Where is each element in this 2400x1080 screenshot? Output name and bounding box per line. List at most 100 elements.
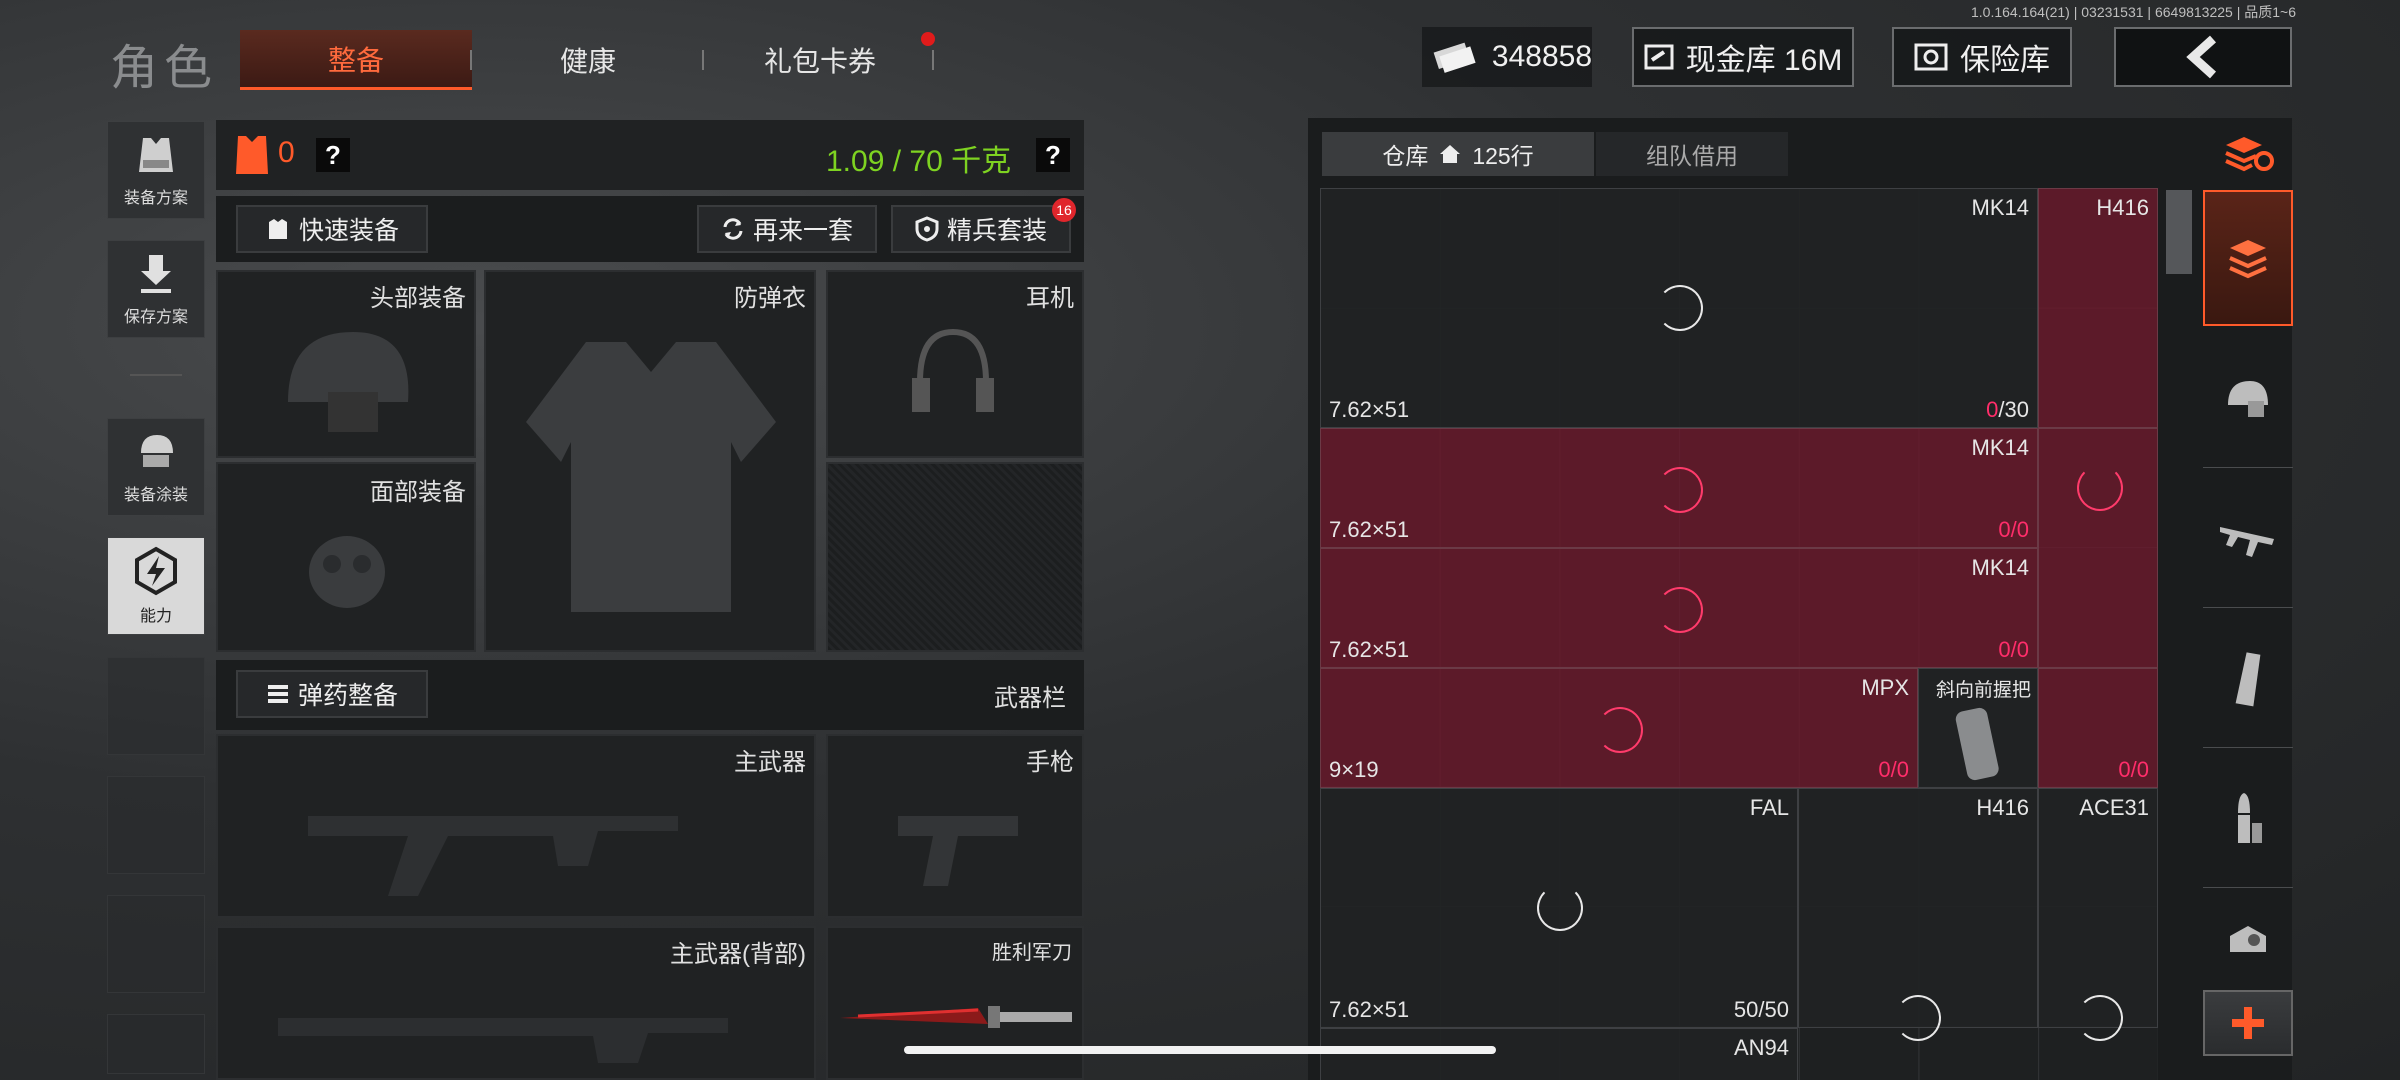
helmet-icon (2228, 380, 2268, 417)
back-button[interactable] (2114, 27, 2292, 87)
sidebar-label: 能力 (139, 608, 172, 625)
item-caliber: 7.62×51 (1329, 997, 1410, 1022)
category-tab-ammo[interactable] (2203, 750, 2293, 888)
storage-item[interactable]: MK14 7.62×51 0/0 (1320, 548, 2038, 668)
safe-label: 保险库 (1960, 44, 2050, 77)
sidebar-empty-slot (107, 1014, 205, 1074)
category-tab-rifle[interactable] (2203, 470, 2293, 608)
storage-item[interactable]: MK14 7.62×51 0/0 (1320, 428, 2038, 548)
category-tab-helmet[interactable] (2203, 330, 2293, 468)
item-caliber: 7.62×51 (1329, 637, 1410, 662)
elite-kit-label: 精兵套装 (946, 217, 1047, 245)
storage-item-red[interactable] (2038, 428, 2158, 668)
knife-slot[interactable]: 胜利军刀 (826, 926, 1084, 1080)
tab-divider (702, 50, 704, 70)
storage-item[interactable]: 0/0 (2038, 668, 2158, 788)
vest-slot-label: 防弹衣 (734, 285, 806, 312)
head-slot[interactable]: 头部装备 (216, 270, 476, 458)
pistol-icon (898, 816, 1018, 886)
safe-button[interactable]: 保险库 (1892, 27, 2072, 87)
tab-team-borrow[interactable]: 组队借用 (1596, 132, 1788, 176)
item-name: H416 (1976, 795, 2029, 820)
storage-item[interactable]: H416 (2038, 188, 2158, 428)
tab-warehouse-label: 仓库 (1382, 143, 1429, 169)
quick-equip-button[interactable]: 快速装备 (236, 205, 428, 253)
shirt-icon (268, 219, 287, 239)
download-icon (141, 255, 171, 293)
sidebar-label: 装备涂装 (123, 487, 188, 504)
storage-item[interactable]: H416 (1798, 788, 2038, 1041)
magazine-icon (2235, 651, 2261, 706)
tab-divider (932, 50, 934, 70)
tab-gift-coupons[interactable]: 礼包卡券 (710, 30, 930, 90)
storage-item[interactable]: MK14 7.62×51 0/30 (1320, 188, 2038, 428)
face-slot-label: 面部装备 (370, 479, 466, 506)
cash-vault-label: 现金库 16M (1685, 44, 1843, 77)
rifle-icon (308, 816, 678, 896)
primary-back-label: 主武器(背部) (670, 941, 806, 968)
primary-back-slot[interactable]: 主武器(背部) (216, 926, 816, 1080)
plus-icon (2232, 1007, 2264, 1039)
category-tab-all[interactable] (2203, 190, 2293, 326)
storage-item[interactable]: MPX 9×19 0/0 (1320, 668, 1918, 788)
storage-item[interactable]: 斜向前握把 (1918, 668, 2038, 788)
equip-again-label: 再来一套 (752, 217, 853, 245)
cash-vault-button[interactable]: 现金库 16M (1632, 27, 1854, 87)
tab-warehouse[interactable]: 仓库 125行 (1322, 132, 1594, 176)
helmet-icon (288, 332, 409, 432)
cash-icon (1433, 42, 1476, 73)
stack-refresh-icon (2225, 137, 2274, 172)
head-slot-label: 头部装备 (370, 285, 466, 312)
rifle-back-icon (278, 1018, 728, 1063)
vest-slot[interactable]: 防弹衣 (484, 270, 816, 652)
tab-equip[interactable]: 整备 (240, 30, 472, 90)
category-tab-magazine[interactable] (2203, 610, 2293, 748)
warehouse-rows: 125行 (1472, 143, 1534, 169)
ability-button[interactable]: 能力 (107, 537, 205, 635)
cash-vault-icon (1644, 44, 1674, 70)
earphone-slot[interactable]: 耳机 (826, 270, 1084, 458)
loading-spinner (2077, 465, 2123, 511)
item-name: FAL (1749, 795, 1789, 820)
ammo-prep-button[interactable]: 弹药整备 (236, 670, 428, 718)
pistol-label: 手枪 (1026, 749, 1074, 776)
earphone-slot-label: 耳机 (1026, 285, 1074, 312)
mask-icon (309, 536, 385, 608)
item-caliber: 7.62×51 (1329, 517, 1410, 542)
item-caliber: 9×19 (1329, 757, 1379, 782)
item-name: MPX (1861, 675, 1909, 700)
save-plan-button[interactable]: 保存方案 (107, 240, 205, 338)
primary-weapon-slot[interactable]: 主武器 (216, 734, 816, 918)
equip-again-button[interactable]: 再来一套 (697, 205, 877, 253)
tab-health[interactable]: 健康 (480, 30, 696, 90)
weapon-bar-label: 武器栏 (994, 685, 1066, 712)
weight-help-icon[interactable]: ? (1036, 138, 1070, 172)
item-ammo-count: 0/0 (2118, 757, 2149, 782)
storage-scrollbar[interactable] (2164, 188, 2194, 1080)
headset-icon (912, 328, 994, 412)
primary-weapon-label: 主武器 (734, 749, 806, 776)
storage-item[interactable]: FAL 7.62×51 50/50 (1320, 788, 1798, 1028)
category-refresh-tab[interactable] (2203, 118, 2293, 188)
loading-spinner (1597, 707, 1643, 753)
storage-item[interactable]: AN94 (1320, 1028, 1798, 1080)
helmet-paint-icon (141, 435, 173, 467)
item-name: 斜向前握把 (1935, 680, 2031, 701)
equipment-skin-button[interactable]: 装备涂装 (107, 418, 205, 516)
chevron-left-icon (2186, 35, 2217, 79)
elite-kit-button[interactable]: 精兵套装 (891, 205, 1071, 253)
item-name: MK14 (1971, 555, 2029, 580)
scrollbar-thumb[interactable] (2166, 190, 2192, 274)
knife-label: 胜利军刀 (992, 942, 1072, 964)
face-slot[interactable]: 面部装备 (216, 462, 476, 652)
add-button[interactable] (2203, 990, 2293, 1056)
armor-count: 0 (278, 136, 295, 169)
pistol-slot[interactable]: 手枪 (826, 734, 1084, 918)
storage-grid: MK14 7.62×51 0/30 H416 MK14 7.62×51 0/0 … (1320, 188, 2158, 1080)
category-tab-scope[interactable] (2203, 890, 2293, 988)
loadout-plan-button[interactable]: 装备方案 (107, 121, 205, 219)
help-icon[interactable]: ? (316, 138, 350, 172)
storage-item[interactable]: ACE31 (2038, 788, 2158, 1041)
loading-spinner (1895, 995, 1941, 1041)
rifle-icon (2220, 526, 2274, 557)
